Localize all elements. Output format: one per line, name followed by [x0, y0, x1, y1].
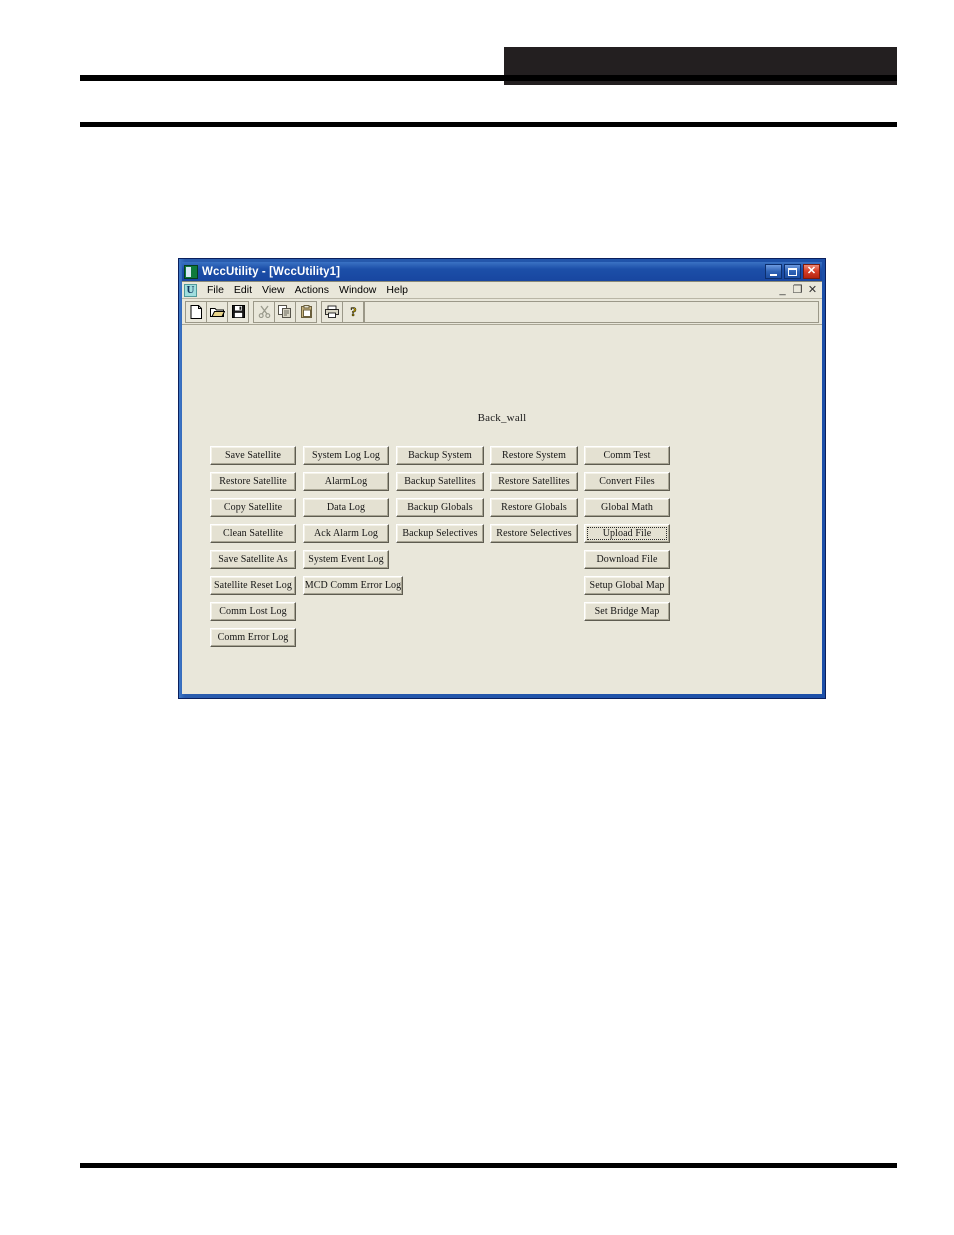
- window-control-buttons: ✕: [765, 264, 821, 279]
- minimize-button[interactable]: [765, 264, 782, 279]
- save-floppy-icon: [231, 305, 245, 318]
- button-save-satellite-as[interactable]: Save Satellite As: [210, 550, 296, 569]
- cut-button[interactable]: [254, 301, 275, 322]
- button-backup-globals[interactable]: Backup Globals: [396, 498, 484, 517]
- button-copy-satellite[interactable]: Copy Satellite: [210, 498, 296, 517]
- menu-item-edit[interactable]: Edit: [229, 283, 257, 298]
- button-save-satellite[interactable]: Save Satellite: [210, 446, 296, 465]
- page-header-rule-second: [80, 122, 897, 127]
- button-upload-file[interactable]: Upload File: [584, 524, 670, 543]
- mdi-minimize-button[interactable]: _: [777, 284, 788, 296]
- page-header-rule-top: [80, 75, 897, 81]
- mdi-document-icon[interactable]: U: [184, 283, 197, 297]
- button-mcd-comm-error-log[interactable]: MCD Comm Error Log: [303, 576, 403, 595]
- mdi-restore-button[interactable]: ❐: [792, 284, 803, 296]
- copy-icon: [278, 305, 291, 318]
- form-title-label: Back_wall: [477, 412, 527, 424]
- page-footer-rule: [80, 1163, 897, 1168]
- print-button[interactable]: [322, 301, 343, 322]
- svg-text:?: ?: [350, 305, 357, 318]
- wcc-app-icon: [184, 264, 198, 279]
- cut-scissors-icon: [258, 305, 270, 318]
- toolbar-group-file: [185, 300, 249, 323]
- help-button[interactable]: ?: [343, 301, 364, 322]
- button-global-math[interactable]: Global Math: [584, 498, 670, 517]
- paste-button[interactable]: [296, 301, 317, 322]
- new-file-icon: [190, 304, 202, 319]
- mdi-control-buttons: _ ❐ ✕: [777, 284, 822, 296]
- button-restore-globals[interactable]: Restore Globals: [490, 498, 578, 517]
- print-icon: [325, 305, 339, 318]
- toolbar-group-edit: [253, 300, 317, 323]
- close-button[interactable]: ✕: [803, 264, 820, 279]
- button-backup-satellites[interactable]: Backup Satellites: [396, 472, 484, 491]
- button-setup-global-map[interactable]: Setup Global Map: [584, 576, 670, 595]
- button-ack-alarm-log[interactable]: Ack Alarm Log: [303, 524, 389, 543]
- menu-bar: U File Edit View Actions Window Help _ ❐…: [182, 282, 822, 299]
- open-folder-button[interactable]: [207, 301, 228, 322]
- maximize-button[interactable]: [784, 264, 801, 279]
- button-data-log[interactable]: Data Log: [303, 498, 389, 517]
- close-icon: ✕: [806, 265, 817, 277]
- button-restore-satellites[interactable]: Restore Satellites: [490, 472, 578, 491]
- button-comm-error-log[interactable]: Comm Error Log: [210, 628, 296, 647]
- window-title: WccUtility - [WccUtility1]: [202, 265, 341, 278]
- new-file-button[interactable]: [186, 301, 207, 322]
- menu-item-view[interactable]: View: [257, 283, 290, 298]
- button-convert-files[interactable]: Convert Files: [584, 472, 670, 491]
- title-bar[interactable]: WccUtility - [WccUtility1] ✕: [182, 262, 822, 281]
- button-backup-system[interactable]: Backup System: [396, 446, 484, 465]
- button-download-file[interactable]: Download File: [584, 550, 670, 569]
- application-window: WccUtility - [WccUtility1] ✕ U File Edit: [178, 258, 826, 699]
- menu-item-window[interactable]: Window: [334, 283, 381, 298]
- toolbar-group-misc: ?: [321, 300, 365, 323]
- button-clean-satellite[interactable]: Clean Satellite: [210, 524, 296, 543]
- window-client-area: U File Edit View Actions Window Help _ ❐…: [182, 281, 822, 694]
- help-question-icon: ?: [350, 305, 357, 318]
- button-alarmlog[interactable]: AlarmLog: [303, 472, 389, 491]
- button-system-log-log[interactable]: System Log Log: [303, 446, 389, 465]
- button-system-event-log[interactable]: System Event Log: [303, 550, 389, 569]
- minimize-icon: [770, 273, 777, 276]
- maximize-icon: [788, 267, 797, 276]
- button-backup-selectives[interactable]: Backup Selectives: [396, 524, 484, 543]
- form-surface: Back_wall Save Satellite Restore Satellit…: [182, 325, 822, 694]
- toolbar: ?: [182, 299, 822, 325]
- mdi-close-button[interactable]: ✕: [807, 284, 818, 296]
- button-comm-lost-log[interactable]: Comm Lost Log: [210, 602, 296, 621]
- paste-icon: [300, 305, 312, 318]
- window-frame: WccUtility - [WccUtility1] ✕ U File Edit: [179, 259, 825, 698]
- button-satellite-reset-log[interactable]: Satellite Reset Log: [210, 576, 296, 595]
- copy-button[interactable]: [275, 301, 296, 322]
- toolbar-empty-area: [365, 300, 819, 323]
- save-button[interactable]: [228, 301, 249, 322]
- menu-item-actions[interactable]: Actions: [290, 283, 334, 298]
- menu-item-file[interactable]: File: [202, 283, 229, 298]
- button-restore-system[interactable]: Restore System: [490, 446, 578, 465]
- open-folder-icon: [209, 308, 225, 317]
- button-restore-selectives[interactable]: Restore Selectives: [490, 524, 578, 543]
- button-set-bridge-map[interactable]: Set Bridge Map: [584, 602, 670, 621]
- button-restore-satellite[interactable]: Restore Satellite: [210, 472, 296, 491]
- menu-item-help[interactable]: Help: [381, 283, 413, 298]
- button-comm-test[interactable]: Comm Test: [584, 446, 670, 465]
